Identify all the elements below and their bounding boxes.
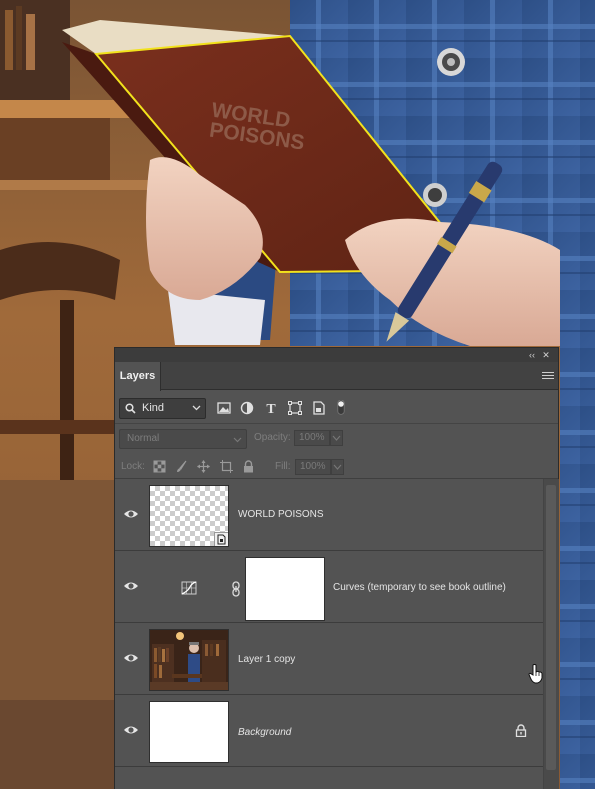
blend-row: Normal Opacity: 100% [115, 424, 558, 451]
layer-filter-row: Kind T [115, 390, 558, 424]
type-filter-icon[interactable]: T [263, 400, 279, 416]
lock-image-brush-icon[interactable] [175, 460, 188, 473]
lock-row: Lock: Fill: 100% [115, 451, 558, 479]
filter-kind-dropdown[interactable]: Kind [119, 398, 206, 419]
panel-title-bar[interactable]: ‹‹ ✕ [115, 348, 558, 362]
eye-icon[interactable] [123, 580, 139, 592]
eye-icon[interactable] [123, 724, 139, 736]
chevron-down-icon [233, 437, 242, 443]
opacity-label: Opacity: [254, 432, 291, 443]
chevron-down-icon [192, 405, 201, 411]
lock-all-icon[interactable] [242, 460, 255, 473]
curves-adjustment-icon[interactable] [181, 581, 197, 595]
lock-artboard-icon[interactable] [220, 460, 233, 473]
search-icon [125, 403, 136, 414]
close-icon[interactable]: ✕ [540, 348, 552, 362]
lock-transparency-icon[interactable] [153, 460, 166, 473]
layer-name[interactable]: Background [238, 727, 291, 738]
layer-row-layer-1-copy[interactable]: Layer 1 copy [115, 623, 543, 695]
image-filter-icon[interactable] [216, 400, 232, 416]
eye-icon[interactable] [123, 508, 139, 520]
eye-icon[interactable] [123, 652, 139, 664]
layer-row-curves[interactable]: Curves (temporary to see book outline) [115, 551, 543, 623]
smart-object-badge-icon [214, 532, 228, 546]
opacity-field[interactable]: 100% [294, 430, 330, 446]
scrollbar-thumb[interactable] [546, 485, 556, 770]
layer-list-scrollbar[interactable] [543, 479, 559, 789]
panel-tab-bar: Layers [115, 362, 558, 391]
chain-link-icon[interactable] [231, 581, 241, 597]
layers-panel: ‹‹ ✕ Layers Kind T Normal Opacity: 100% … [114, 347, 559, 789]
opacity-chevron-icon[interactable] [330, 430, 343, 446]
hand-pointer-cursor-icon [528, 664, 543, 684]
blend-mode-value: Normal [127, 433, 160, 444]
blend-mode-dropdown[interactable]: Normal [119, 429, 247, 449]
fill-chevron-icon[interactable] [331, 459, 344, 475]
layer-thumbnail[interactable] [149, 629, 229, 691]
tab-layers[interactable]: Layers [115, 362, 161, 391]
fill-label: Fill: [275, 461, 291, 472]
layer-row-world-poisons[interactable]: WORLD POISONS [115, 479, 543, 551]
lock-label: Lock: [121, 461, 145, 472]
hamburger-icon[interactable] [542, 370, 554, 382]
adjustment-filter-icon[interactable] [239, 400, 255, 416]
layer-row-background[interactable]: Background [115, 695, 543, 767]
svg-text:T: T [266, 402, 276, 416]
library-photo-thumbnail [150, 630, 228, 690]
smart-object-filter-icon[interactable] [311, 400, 327, 416]
double-chevron-left-icon[interactable]: ‹‹ [526, 348, 538, 362]
filter-toggle-icon[interactable] [335, 400, 347, 416]
layer-name[interactable]: Layer 1 copy [238, 654, 295, 665]
layer-list: WORLD POISONS Curves (temporary to see b… [115, 479, 543, 789]
lock-icon [515, 724, 527, 737]
fill-field[interactable]: 100% [295, 459, 331, 475]
layer-mask-thumbnail[interactable] [245, 557, 325, 621]
filter-kind-label: Kind [142, 402, 165, 414]
layer-thumbnail[interactable] [149, 701, 229, 763]
layer-thumbnail[interactable] [149, 485, 229, 547]
layer-name[interactable]: WORLD POISONS [238, 509, 324, 520]
layer-name[interactable]: Curves (temporary to see book outline) [333, 582, 506, 593]
lock-position-move-icon[interactable] [197, 460, 210, 473]
shape-filter-icon[interactable] [287, 400, 303, 416]
